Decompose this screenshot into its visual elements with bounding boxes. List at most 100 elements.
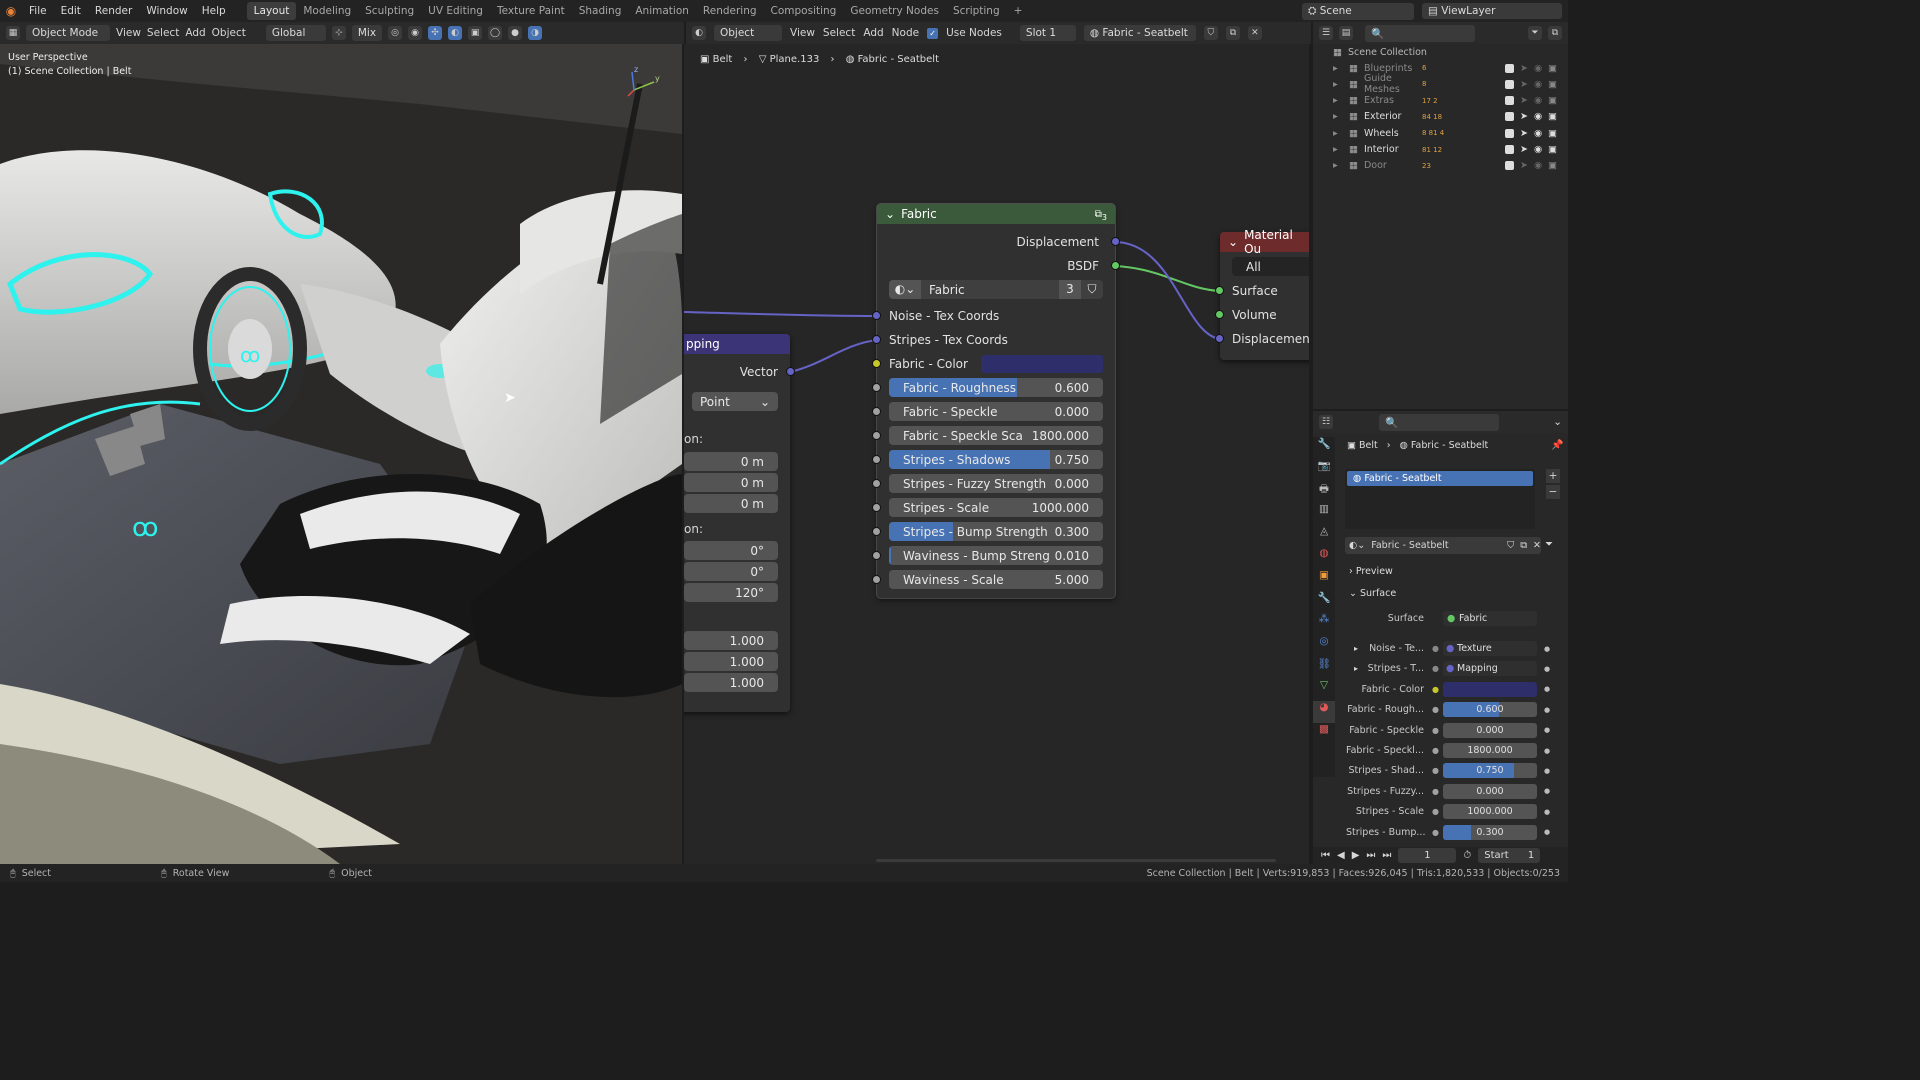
tab-uv-editing[interactable]: UV Editing [421, 2, 490, 20]
rotation-z-field[interactable]: 120° [684, 583, 778, 602]
eye-icon[interactable]: ◉ [1534, 95, 1548, 106]
disclosure-triangle-icon[interactable]: ▸ [1333, 128, 1343, 139]
location-x-field[interactable]: 0 m [684, 452, 778, 471]
mapping-node-header[interactable]: pping [684, 334, 790, 354]
navigation-gizmo[interactable]: y z [626, 65, 666, 98]
material-selector[interactable]: ◍ Fabric - Seatbelt [1083, 25, 1196, 41]
node-menu-select[interactable]: Select [823, 27, 855, 39]
camera-icon[interactable]: ▣ [1548, 111, 1562, 122]
keyframe-dot-icon[interactable]: ● [1544, 665, 1550, 673]
value-slider[interactable]: 1000.000 [1443, 804, 1537, 820]
select-toggle-icon[interactable]: ➤ [1520, 79, 1534, 90]
collapse-chevron-icon[interactable]: ⌄ [885, 207, 895, 221]
scale-y-field[interactable]: 1.000 [684, 652, 778, 671]
sphere-icon[interactable]: ◐⌄ [1349, 540, 1365, 551]
keyframe-dot-icon[interactable]: ● [1544, 706, 1550, 714]
scale-x-field[interactable]: 1.000 [684, 631, 778, 650]
jump-start-icon[interactable]: ⏮ [1321, 850, 1330, 861]
unlink-material-icon[interactable]: ✕ [1247, 26, 1262, 40]
display-mode-icon[interactable]: ▤ [1339, 26, 1353, 40]
value-slider[interactable]: 0.300 [1443, 824, 1537, 840]
node-editor-scrollbar[interactable] [876, 859, 1276, 862]
tab-sculpting[interactable]: Sculpting [358, 2, 421, 20]
eye-icon[interactable]: ◉ [1534, 79, 1548, 90]
output-tab-icon[interactable]: 🖶 [1313, 481, 1335, 503]
exclude-checkbox[interactable] [1505, 161, 1514, 171]
value-slider[interactable]: 1800.000 [1443, 743, 1537, 758]
3d-viewport[interactable]: ꝏ ꝏ User Perspective (1) Scene Collectio… [0, 44, 682, 864]
use-nodes-checkbox[interactable]: ✓ [927, 27, 939, 39]
xray-icon[interactable]: ▣ [468, 26, 483, 40]
exclude-checkbox[interactable] [1505, 128, 1514, 138]
properties-search[interactable]: 🔍 [1379, 413, 1499, 431]
keyframe-dot-icon[interactable]: ● [1544, 645, 1550, 653]
fabric-input-field[interactable]: Fabric - Speckle 0.000 [889, 402, 1103, 421]
outliner-type-icon[interactable]: ☰ [1319, 26, 1333, 40]
fabric-input-field[interactable]: Stripes - Scale 1000.000 [889, 498, 1103, 517]
group-datablock-selector[interactable]: ◐⌄ Fabric 3 ⛉ [889, 280, 1103, 299]
start-frame-field[interactable]: Start 1 [1478, 848, 1541, 863]
outliner-item[interactable]: ▸ ▦ Blueprints 6 ➤ ◉ ▣ [1313, 60, 1568, 76]
view-layer-tab-icon[interactable]: ▥ [1313, 503, 1335, 525]
particles-tab-icon[interactable]: ⁂ [1313, 613, 1335, 635]
fabric-input-field[interactable]: Waviness - Scale 5.000 [889, 570, 1103, 589]
exclude-checkbox[interactable] [1505, 112, 1514, 122]
collapse-chevron-icon[interactable]: ⌄ [1228, 235, 1238, 249]
input-socket[interactable] [872, 431, 881, 440]
input-socket[interactable] [872, 383, 881, 392]
select-toggle-icon[interactable]: ➤ [1520, 111, 1534, 122]
shading-wire-icon[interactable]: ◯ [488, 26, 503, 40]
eye-icon[interactable]: ◉ [1534, 63, 1548, 74]
exclude-checkbox[interactable] [1505, 96, 1514, 106]
input-socket[interactable] [872, 407, 881, 416]
tab-texture-paint[interactable]: Texture Paint [490, 2, 572, 20]
snap-icon[interactable]: ⊹ [331, 26, 346, 40]
menu-view[interactable]: View [116, 27, 141, 39]
menu-edit[interactable]: Edit [54, 5, 88, 17]
slot-selector[interactable]: Slot 1 [1019, 25, 1076, 41]
fabric-input-field[interactable]: Fabric - Roughness 0.600 [889, 378, 1103, 397]
keyframe-dot-icon[interactable]: ● [1544, 747, 1550, 755]
tab-rendering[interactable]: Rendering [696, 2, 764, 20]
mapping-type-selector[interactable]: Point ⌄ [692, 392, 778, 411]
select-toggle-icon[interactable]: ➤ [1520, 63, 1534, 74]
menu-object[interactable]: Object [212, 27, 246, 39]
expand-icon[interactable]: ▸ [1354, 644, 1358, 653]
stripes-tex-coords-socket[interactable] [872, 335, 881, 344]
input-socket[interactable] [872, 455, 881, 464]
input-socket[interactable] [872, 551, 881, 560]
tab-modeling[interactable]: Modeling [296, 2, 358, 20]
menu-select[interactable]: Select [147, 27, 179, 39]
disclosure-triangle-icon[interactable]: ▸ [1333, 160, 1343, 171]
outliner-item[interactable]: ▸ ▦ Guide Meshes 8 ➤ ◉ ▣ [1313, 73, 1568, 95]
noise-tex-coords-socket[interactable] [872, 311, 881, 320]
transform-orientation[interactable]: Global [265, 25, 326, 41]
shader-type-selector[interactable]: Object [714, 25, 782, 41]
disclosure-triangle-icon[interactable]: ▸ [1333, 144, 1343, 155]
camera-icon[interactable]: ▣ [1548, 63, 1562, 74]
chevron-down-icon[interactable]: ⌄ [1553, 416, 1562, 428]
shading-material-icon[interactable]: ◑ [528, 26, 543, 40]
rotation-y-field[interactable]: 0° [684, 562, 778, 581]
group-users[interactable]: 3 [1059, 280, 1081, 299]
value-slider[interactable]: 0.750 [1443, 763, 1537, 779]
exclude-checkbox[interactable] [1505, 63, 1514, 73]
value-slider[interactable]: 0.000 [1443, 722, 1537, 738]
disclosure-triangle-icon[interactable]: ▸ [1333, 111, 1343, 122]
fabric-input-field[interactable]: Stripes - Fuzzy Strength 0.000 [889, 474, 1103, 493]
disclosure-triangle-icon[interactable]: ▸ [1333, 63, 1343, 74]
keyframe-dot-icon[interactable]: ● [1544, 726, 1550, 734]
shading-solid-icon[interactable]: ● [508, 26, 523, 40]
node-editor-type-icon[interactable]: ◐ [692, 26, 706, 40]
disclosure-triangle-icon[interactable]: ▸ [1333, 95, 1343, 106]
node-editor[interactable]: ▣ Belt › ▽ Plane.133 › ◍ Fabric - Seatbe… [684, 44, 1309, 864]
select-toggle-icon[interactable]: ➤ [1520, 160, 1534, 171]
exclude-checkbox[interactable] [1505, 79, 1514, 89]
modifier-tab-icon[interactable]: 🔧 [1313, 591, 1335, 613]
play-icon[interactable]: ▶ [1352, 850, 1360, 861]
new-collection-icon[interactable]: ⧉ [1548, 26, 1562, 40]
input-socket[interactable] [872, 575, 881, 584]
remove-slot-button[interactable]: − [1546, 485, 1560, 499]
overlay-icon[interactable]: ◐ [448, 26, 463, 40]
input-socket[interactable] [872, 503, 881, 512]
